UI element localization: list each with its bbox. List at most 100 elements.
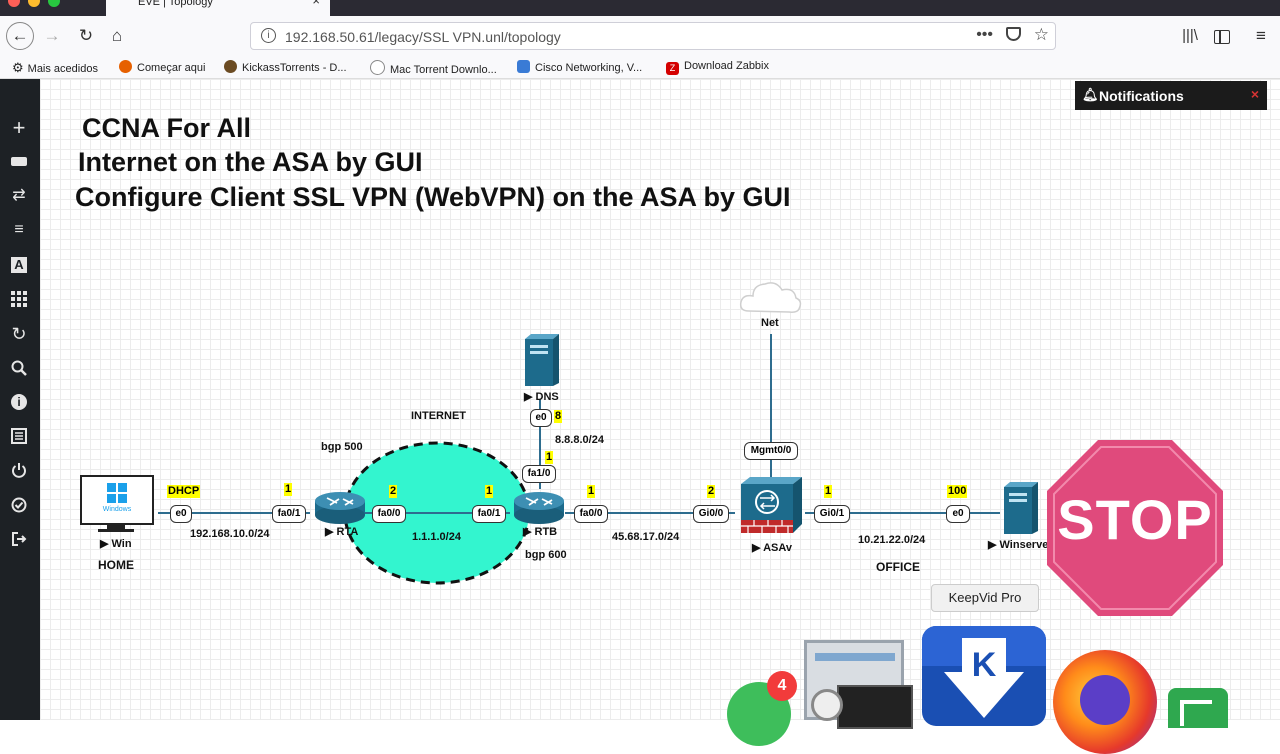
firefox-icon [119, 60, 132, 73]
stop-sign-text: STOP [1057, 488, 1213, 551]
kickass-icon [224, 60, 237, 73]
grid-icon[interactable] [8, 288, 30, 310]
topology-canvas[interactable]: Windows CCNA For All Internet on the ASA… [40, 79, 1280, 720]
server-dns-icon[interactable] [521, 333, 561, 387]
bookmark-zabbix[interactable]: Z Download Zabbix [666, 60, 769, 75]
label-net-1-1-1: 1.1.1.0/24 [412, 531, 461, 543]
close-window-icon[interactable] [8, 0, 20, 7]
bookmark-most-visited[interactable]: ⚙ Mais acedidos [12, 60, 98, 76]
port-asa-mgmt[interactable]: Mgmt0/0 [744, 442, 798, 460]
title-line-2: Internet on the ASA by GUI [78, 147, 423, 177]
label-internet: INTERNET [411, 410, 466, 422]
check-icon[interactable] [8, 494, 30, 516]
host-id-asa-right: 1 [824, 485, 833, 498]
url-bar[interactable]: i 192.168.50.61/legacy/SSL VPN.unl/topol… [250, 22, 1056, 50]
notifications-close-icon[interactable]: × [1251, 86, 1259, 102]
port-asa-gi01[interactable]: Gi0/1 [814, 505, 850, 523]
browser-tab[interactable]: EVE | Topology × [106, 0, 330, 16]
nodes-icon[interactable] [8, 151, 30, 173]
label-net-45-68-17: 45.68.17.0/24 [612, 531, 680, 543]
router-rtb-icon[interactable] [511, 491, 567, 527]
zabbix-icon: Z [666, 62, 679, 75]
node-label-win[interactable]: ▶ Win [100, 537, 132, 550]
bookmark-kickass[interactable]: KickassTorrents - D... [224, 60, 347, 74]
gear-icon: ⚙ [12, 60, 24, 75]
tab-close-icon[interactable]: × [312, 0, 320, 7]
host-id-rtb-top: 1 [545, 451, 554, 464]
port-winserver-e0[interactable]: e0 [946, 505, 970, 523]
logout-icon[interactable] [8, 528, 30, 550]
node-label-rta[interactable]: ▶ RTA [325, 525, 358, 538]
port-rtb-fa00[interactable]: fa0/0 [574, 505, 608, 523]
reload-icon[interactable]: ↻ [72, 22, 100, 50]
port-asa-gi00[interactable]: Gi0/0 [693, 505, 729, 523]
label-bgp-500: bgp 500 [321, 441, 363, 453]
bookmarks-bar: ⚙ Mais acedidos Começar aqui KickassTorre… [0, 56, 1280, 79]
bookmark-getting-started[interactable]: Começar aqui [119, 60, 205, 74]
zoom-window-icon[interactable] [48, 0, 60, 7]
host-id-dhcp: DHCP [167, 485, 201, 498]
port-rtb-fa10[interactable]: fa1/0 [522, 465, 556, 483]
library-icon[interactable]: |||\ [1176, 22, 1204, 50]
port-dns-e0[interactable]: e0 [530, 409, 552, 427]
windows-logo-text: Windows [102, 506, 132, 513]
pocket-icon[interactable] [1006, 27, 1021, 41]
bookmark-cisco[interactable]: Cisco Networking, V... [517, 60, 642, 74]
label-office: OFFICE [876, 560, 920, 574]
bell-icon: 🔔︎ [1082, 87, 1099, 102]
mac-torrent-icon [370, 60, 385, 75]
host-id-rta-left: 1 [284, 483, 293, 496]
router-rta-icon[interactable] [312, 491, 368, 527]
green-app-icon[interactable] [1168, 688, 1228, 728]
info-icon[interactable]: i [8, 391, 30, 413]
label-net-10-21-22: 10.21.22.0/24 [858, 534, 926, 546]
node-label-dns[interactable]: ▶ DNS [524, 390, 559, 403]
back-arrow-icon[interactable]: ← [6, 22, 34, 50]
lab-details-icon[interactable] [8, 425, 30, 447]
port-rta-fa00[interactable]: fa0/0 [372, 505, 406, 523]
page-actions-icon[interactable]: ••• [976, 26, 993, 44]
cisco-icon [517, 60, 530, 73]
add-object-icon[interactable]: + [8, 117, 30, 139]
host-id-winserver: 100 [947, 485, 968, 498]
sidebar-toggle-icon[interactable] [1208, 22, 1236, 50]
port-win-e0[interactable]: e0 [170, 505, 192, 523]
server-winserver-icon[interactable] [1000, 481, 1040, 535]
startup-configs-icon[interactable]: ≡ [8, 219, 30, 241]
label-net-8-8-8: 8.8.8.0/24 [555, 434, 604, 446]
notifications-label: Notifications [1099, 88, 1184, 104]
label-net-192-168-10: 192.168.10.0/24 [190, 528, 270, 540]
eve-sidebar: + ⇄ ≡ A ↻ i [0, 79, 40, 720]
port-rta-fa01[interactable]: fa0/1 [272, 505, 306, 523]
title-line-1: CCNA For All [82, 113, 251, 143]
minimize-window-icon[interactable] [28, 0, 40, 7]
host-id-rtb-right: 1 [587, 485, 596, 498]
node-label-net[interactable]: Net [761, 317, 779, 329]
node-win[interactable]: Windows [80, 475, 154, 533]
node-label-asav[interactable]: ▶ ASAv [752, 541, 792, 554]
node-label-winserver[interactable]: ▶ Winserver [988, 538, 1053, 551]
site-info-icon[interactable]: i [261, 28, 276, 43]
home-icon[interactable]: ⌂ [103, 22, 131, 50]
forward-arrow-icon[interactable]: → [38, 22, 66, 50]
node-label-rtb[interactable]: ▶ RTB [523, 525, 557, 538]
net-cloud-icon[interactable] [739, 277, 803, 317]
power-icon[interactable] [8, 459, 30, 481]
screen-app-icon[interactable] [804, 640, 913, 729]
windows-logo-icon: Windows [99, 483, 135, 517]
text-icon[interactable]: A [8, 254, 30, 276]
bookmark-mac-torrent[interactable]: Mac Torrent Downlo... [370, 60, 497, 76]
firewall-asav-icon[interactable] [738, 476, 806, 536]
networks-icon[interactable]: ⇄ [8, 185, 30, 207]
port-rtb-fa01[interactable]: fa0/1 [472, 505, 506, 523]
menu-hamburger-icon[interactable]: ≡ [1247, 22, 1275, 50]
title-line-3: Configure Client SSL VPN (WebVPN) on the… [75, 182, 791, 212]
tab-strip: EVE | Topology × [0, 0, 1280, 16]
zoom-icon[interactable] [8, 357, 30, 379]
refresh-icon[interactable]: ↻ [8, 323, 30, 345]
host-id-rta-right: 2 [389, 485, 398, 498]
notifications-panel[interactable]: 🔔︎ Notifications × [1075, 81, 1267, 110]
bookmark-star-icon[interactable]: ☆ [1034, 25, 1049, 45]
keepvid-app-icon[interactable]: K [922, 626, 1046, 726]
tab-title: EVE | Topology [138, 0, 213, 8]
